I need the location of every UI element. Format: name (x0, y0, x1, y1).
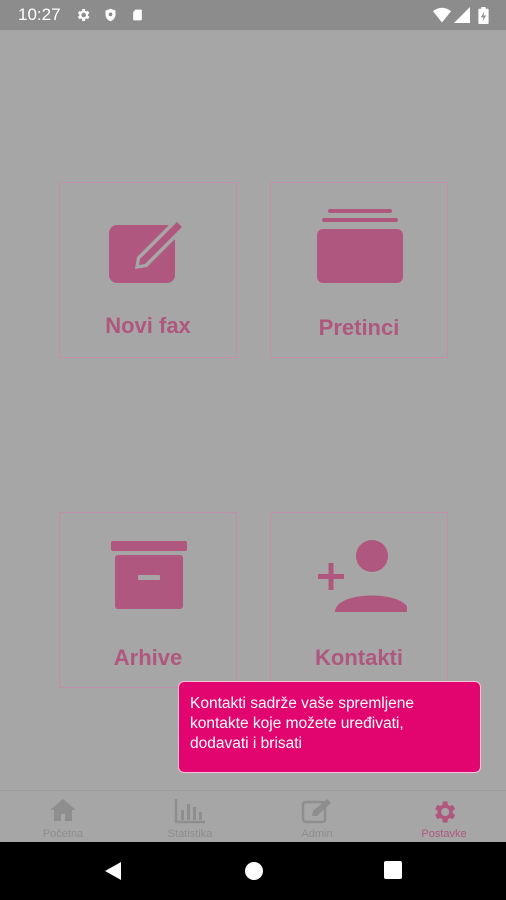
inbox-stack-icon (317, 209, 403, 283)
inboxes-label: Pretinci (318, 315, 400, 340)
signal-icon (454, 7, 470, 23)
inboxes-tile[interactable]: Pretinci (270, 182, 448, 358)
nav-label-settings: Postavke (421, 828, 467, 840)
status-bar: 10:27 (0, 0, 506, 30)
archives-label: Arhive (113, 645, 183, 670)
nav-item-home[interactable]: Početna (0, 791, 126, 843)
archives-tile[interactable]: Arhive (59, 512, 237, 688)
nav-item-statistics[interactable]: Statistika (127, 791, 253, 843)
nav-item-admin[interactable]: Admin (254, 791, 380, 843)
status-time: 10:27 (18, 5, 61, 24)
nav-label-admin: Admin (301, 828, 333, 840)
bar-chart-icon (174, 799, 205, 824)
nav-item-settings[interactable]: Postavke (381, 791, 506, 843)
battery-icon (478, 7, 489, 24)
tooltip-line-3: dodavati i brisati (190, 735, 303, 752)
gear-icon (77, 9, 90, 21)
new-fax-tile[interactable]: Novi fax (59, 182, 237, 358)
contacts-tile[interactable]: Kontakti (270, 512, 448, 688)
edit-icon (109, 217, 187, 283)
sd-card-icon (133, 9, 142, 21)
main-content: Novi fax Pretinci Arhive Kontakti (0, 30, 506, 790)
new-fax-label: Novi fax (105, 313, 191, 338)
archive-box-icon (111, 541, 187, 609)
back-icon[interactable] (103, 861, 123, 881)
wifi-icon (433, 7, 451, 23)
shield-icon (105, 8, 116, 22)
edit-icon (301, 799, 331, 824)
home-icon (50, 799, 76, 821)
nav-label-home: Početna (42, 828, 84, 840)
bottom-navigation: Početna Statistika Admin Postavke (0, 790, 506, 843)
tooltip-line-1: Kontakti sadrže vaše spremljene (190, 695, 415, 712)
add-person-icon (318, 540, 407, 612)
recents-square-icon[interactable] (384, 861, 402, 879)
contacts-tooltip[interactable]: Kontakti sadrže vaše spremljene kontakte… (178, 681, 481, 773)
home-circle-icon[interactable] (244, 861, 264, 881)
gear-icon (435, 801, 456, 823)
system-navigation-bar (0, 842, 506, 900)
nav-label-statistics: Statistika (167, 828, 213, 840)
contacts-label: Kontakti (315, 645, 403, 670)
tooltip-line-2: kontakte koje možete uređivati, (190, 715, 404, 732)
